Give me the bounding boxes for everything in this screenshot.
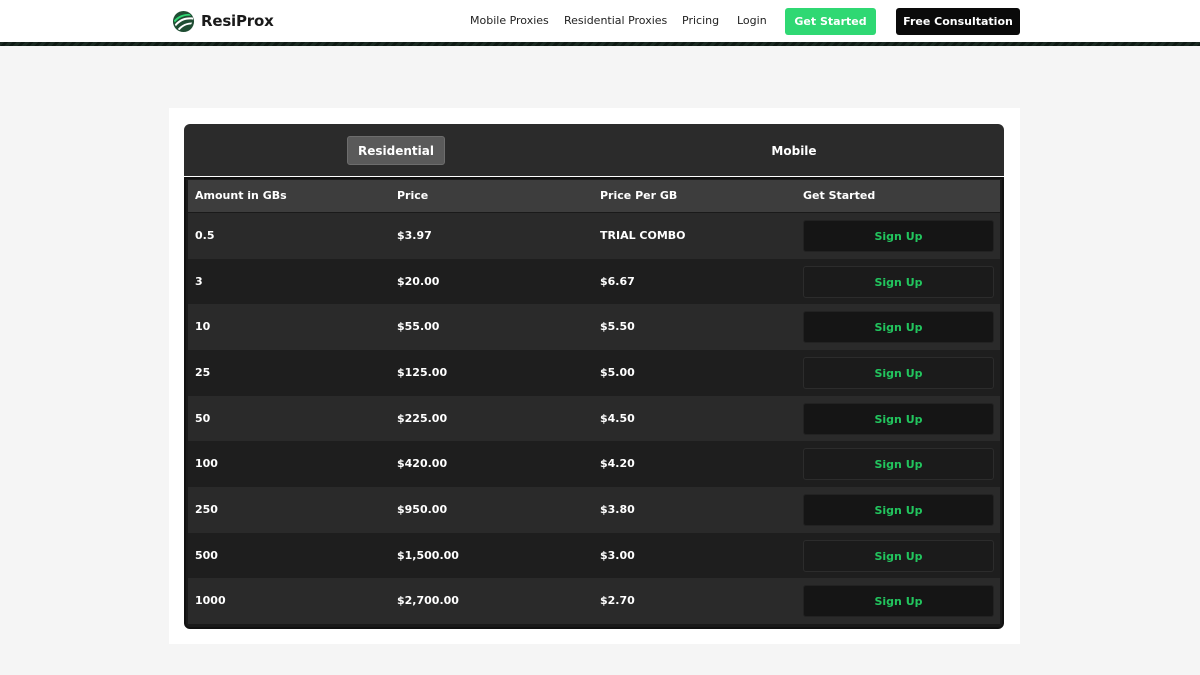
cell-price: $1,500.00	[397, 549, 459, 562]
table-row: 3 $20.00 $6.67 Sign Up	[188, 259, 1000, 305]
free-consultation-button[interactable]: Free Consultation	[896, 8, 1020, 35]
cell-amount: 25	[195, 366, 211, 379]
sign-up-button[interactable]: Sign Up	[803, 540, 994, 572]
table-row: 1000 $2,700.00 $2.70 Sign Up	[188, 578, 1000, 624]
header-price: Price	[397, 189, 429, 202]
cell-price-per-gb: $5.50	[600, 320, 635, 333]
leaf-globe-icon	[172, 10, 195, 32]
sign-up-button[interactable]: Sign Up	[803, 220, 994, 252]
cell-price: $950.00	[397, 503, 448, 516]
header-price-per-gb: Price Per GB	[600, 189, 678, 202]
cell-price: $420.00	[397, 457, 448, 470]
sign-up-button[interactable]: Sign Up	[803, 311, 994, 343]
sign-up-button[interactable]: Sign Up	[803, 494, 994, 526]
header-amount: Amount in GBs	[195, 189, 287, 202]
header-divider	[0, 42, 1200, 46]
cell-amount: 100	[195, 457, 218, 470]
brand-logo[interactable]: ResiProx	[172, 9, 274, 33]
get-started-button[interactable]: Get Started	[785, 8, 876, 35]
cell-price-per-gb: $4.50	[600, 412, 635, 425]
cell-price: $3.97	[397, 229, 432, 242]
sign-up-button[interactable]: Sign Up	[803, 448, 994, 480]
table-row: 250 $950.00 $3.80 Sign Up	[188, 487, 1000, 533]
tab-residential[interactable]: Residential	[347, 136, 445, 165]
plan-tabbar	[184, 124, 1004, 176]
sign-up-button[interactable]: Sign Up	[803, 403, 994, 435]
cell-price: $20.00	[397, 275, 440, 288]
nav-link-mobile-proxies[interactable]: Mobile Proxies	[470, 13, 549, 29]
nav-link-residential-proxies[interactable]: Residential Proxies	[564, 13, 667, 29]
site-header: ResiProx Mobile Proxies Residential Prox…	[0, 0, 1200, 42]
cell-amount: 1000	[195, 594, 226, 607]
cell-price: $55.00	[397, 320, 440, 333]
cell-amount: 0.5	[195, 229, 215, 242]
sign-up-button[interactable]: Sign Up	[803, 357, 994, 389]
table-row: 500 $1,500.00 $3.00 Sign Up	[188, 533, 1000, 579]
tab-mobile[interactable]: Mobile	[744, 136, 844, 165]
table-row: 50 $225.00 $4.50 Sign Up	[188, 396, 1000, 442]
cell-price-per-gb: TRIAL COMBO	[600, 229, 686, 242]
cell-price: $125.00	[397, 366, 448, 379]
cell-price-per-gb: $4.20	[600, 457, 635, 470]
table-row: 10 $55.00 $5.50 Sign Up	[188, 304, 1000, 350]
header-get-started: Get Started	[803, 189, 876, 202]
nav-link-login[interactable]: Login	[737, 13, 767, 29]
nav-link-pricing[interactable]: Pricing	[682, 13, 719, 29]
sign-up-button[interactable]: Sign Up	[803, 585, 994, 617]
cell-price-per-gb: $3.00	[600, 549, 635, 562]
table-row: 0.5 $3.97 TRIAL COMBO Sign Up	[188, 213, 1000, 259]
brand-name: ResiProx	[201, 12, 274, 30]
cell-price-per-gb: $6.67	[600, 275, 635, 288]
cell-amount: 50	[195, 412, 211, 425]
cell-price: $2,700.00	[397, 594, 459, 607]
sign-up-button[interactable]: Sign Up	[803, 266, 994, 298]
table-row: 25 $125.00 $5.00 Sign Up	[188, 350, 1000, 396]
cell-price-per-gb: $5.00	[600, 366, 635, 379]
cell-price-per-gb: $2.70	[600, 594, 635, 607]
cell-amount: 10	[195, 320, 211, 333]
cell-price: $225.00	[397, 412, 448, 425]
cell-amount: 3	[195, 275, 203, 288]
table-header: Amount in GBs Price Price Per GB Get Sta…	[188, 180, 1000, 212]
cell-price-per-gb: $3.80	[600, 503, 635, 516]
cell-amount: 250	[195, 503, 218, 516]
cell-amount: 500	[195, 549, 218, 562]
table-row: 100 $420.00 $4.20 Sign Up	[188, 441, 1000, 487]
